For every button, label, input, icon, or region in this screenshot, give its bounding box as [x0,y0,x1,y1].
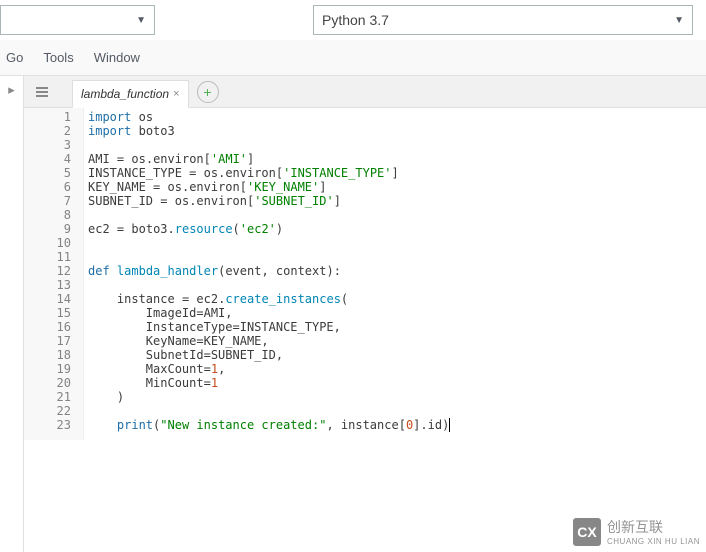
line-number: 12 [24,264,71,278]
code-line: InstanceType=INSTANCE_TYPE, [88,320,706,334]
line-number: 5 [24,166,71,180]
watermark-text: 创新互联 CHUANG XIN HU LIAN [607,517,700,546]
code-line [88,138,706,152]
line-number: 17 [24,334,71,348]
code-line: INSTANCE_TYPE = os.environ['INSTANCE_TYP… [88,166,706,180]
editor-main: lambda_function × + 12345678910111213141… [24,76,706,552]
tab-menu-icon[interactable] [32,82,52,102]
line-number: 1 [24,110,71,124]
code-line: ) [88,390,706,404]
chevron-right-icon: ▸ [8,82,15,552]
runtime-dropdown[interactable]: Python 3.7 ▼ [313,5,693,35]
code-line: ImageId=AMI, [88,306,706,320]
caret-down-icon: ▼ [674,15,684,26]
code-line [88,208,706,222]
runtime-dropdown-label: Python 3.7 [322,12,389,28]
side-panel-collapse[interactable]: ▸ [0,76,24,552]
line-number: 21 [24,390,71,404]
code-line [88,250,706,264]
code-line: import os [88,110,706,124]
code-line: SUBNET_ID = os.environ['SUBNET_ID'] [88,194,706,208]
line-number: 2 [24,124,71,138]
tab-lambda-function[interactable]: lambda_function × [72,80,189,108]
blueprint-dropdown[interactable]: ▼ [0,5,155,35]
plus-icon: + [203,84,211,100]
tab-add-button[interactable]: + [197,81,219,103]
line-number: 15 [24,306,71,320]
line-number: 20 [24,376,71,390]
code-line: ec2 = boto3.resource('ec2') [88,222,706,236]
watermark-logo: CX [573,518,601,546]
code-line: print("New instance created:", instance[… [88,418,706,432]
code-line [88,278,706,292]
line-number: 8 [24,208,71,222]
code-line: def lambda_handler(event, context): [88,264,706,278]
tab-bar: lambda_function × + [24,76,706,108]
line-number: 9 [24,222,71,236]
editor-area: ▸ lambda_function × + 123456789101112131… [0,76,706,552]
line-number: 18 [24,348,71,362]
menu-window[interactable]: Window [94,50,140,65]
code-line: KEY_NAME = os.environ['KEY_NAME'] [88,180,706,194]
line-number: 19 [24,362,71,376]
line-number: 16 [24,320,71,334]
line-number: 14 [24,292,71,306]
line-number: 13 [24,278,71,292]
line-number: 22 [24,404,71,418]
line-number: 23 [24,418,71,432]
code-line: instance = ec2.create_instances( [88,292,706,306]
toolbar-top: ▼ Python 3.7 ▼ [0,0,706,40]
code-line [88,236,706,250]
code-line [88,404,706,418]
code-line: import boto3 [88,124,706,138]
code-line: SubnetId=SUBNET_ID, [88,348,706,362]
menu-bar: Go Tools Window [0,40,706,76]
code-line: MaxCount=1, [88,362,706,376]
code-line: KeyName=KEY_NAME, [88,334,706,348]
code-content[interactable]: import osimport boto3 AMI = os.environ['… [84,108,706,440]
line-number-gutter: 1234567891011121314151617181920212223 [24,108,84,440]
watermark: CX 创新互联 CHUANG XIN HU LIAN [573,517,700,546]
tab-close-icon[interactable]: × [173,88,179,100]
line-number: 3 [24,138,71,152]
line-number: 4 [24,152,71,166]
line-number: 10 [24,236,71,250]
code-line: MinCount=1 [88,376,706,390]
line-number: 6 [24,180,71,194]
menu-go[interactable]: Go [6,50,23,65]
caret-down-icon: ▼ [136,15,146,26]
code-editor[interactable]: 1234567891011121314151617181920212223 im… [24,108,706,440]
line-number: 7 [24,194,71,208]
code-line: AMI = os.environ['AMI'] [88,152,706,166]
tab-label: lambda_function [81,87,169,101]
menu-tools[interactable]: Tools [43,50,73,65]
line-number: 11 [24,250,71,264]
